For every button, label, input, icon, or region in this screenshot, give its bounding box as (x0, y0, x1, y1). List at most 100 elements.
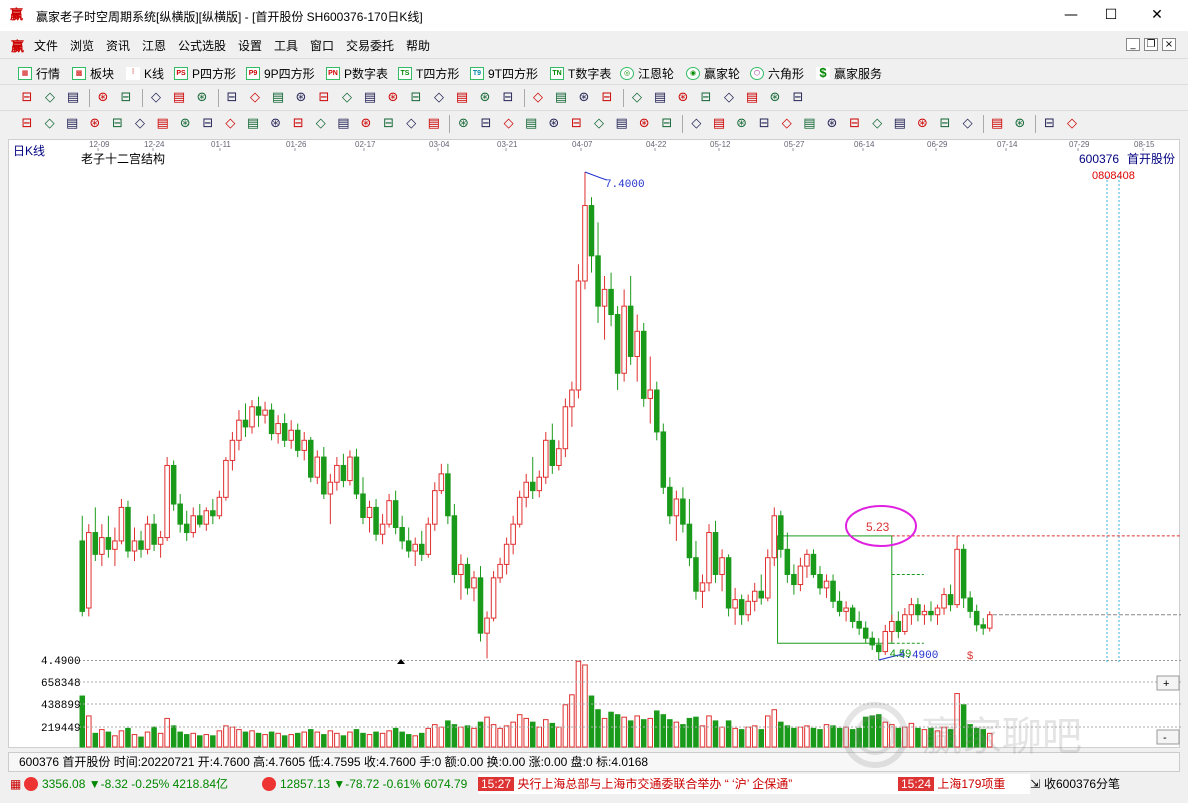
zoom-out-button[interactable] (1156, 729, 1180, 745)
row2-tool-30-icon[interactable]: ◇ (687, 115, 705, 133)
menu-settings[interactable]: 设置 (238, 37, 262, 54)
row2-tool-27-icon[interactable]: ▤ (613, 115, 631, 133)
kline-button[interactable]: ⫶ K线 (126, 64, 164, 82)
row1-tool-6-icon[interactable]: ◇ (147, 89, 165, 107)
9t-square-button[interactable]: T9 9T四方形 (470, 64, 538, 82)
row1-tool-7-icon[interactable]: ▤ (170, 89, 188, 107)
menu-formula-select[interactable]: 公式选股 (178, 37, 226, 54)
menu-gann[interactable]: 江恩 (142, 37, 166, 54)
row1-tool-30-icon[interactable]: ◇ (720, 89, 738, 107)
row1-tool-26-icon[interactable]: ◇ (628, 89, 646, 107)
row1-tool-19-icon[interactable]: ▤ (453, 89, 471, 107)
row2-tool-23-icon[interactable]: ▤ (522, 115, 540, 133)
row2-tool-24-icon[interactable]: ⊛ (545, 115, 563, 133)
row2-tool-31-icon[interactable]: ▤ (710, 115, 728, 133)
row2-tool-43-icon[interactable]: ▤ (988, 115, 1006, 133)
row2-tool-45-icon[interactable]: ⊟ (1040, 115, 1058, 133)
row1-tool-5-icon[interactable]: ⊟ (117, 89, 135, 107)
sh-index-quote[interactable]: 3356.08 ▼-8.32 -0.25% 4218.84亿 (42, 774, 228, 794)
row2-tool-36-icon[interactable]: ⊛ (823, 115, 841, 133)
row1-tool-31-icon[interactable]: ▤ (743, 89, 761, 107)
row2-tool-21-icon[interactable]: ⊟ (477, 115, 495, 133)
row1-tool-11-icon[interactable]: ▤ (269, 89, 287, 107)
row2-tool-20-icon[interactable]: ⊛ (454, 115, 472, 133)
row2-tool-6-icon[interactable]: ◇ (131, 115, 149, 133)
t-square-button[interactable]: TS T四方形 (398, 64, 459, 82)
row2-tool-8-icon[interactable]: ⊛ (176, 115, 194, 133)
row2-tool-37-icon[interactable]: ⊟ (846, 115, 864, 133)
row2-tool-25-icon[interactable]: ⊟ (567, 115, 585, 133)
row1-tool-8-icon[interactable]: ⊛ (193, 89, 211, 107)
row2-tool-12-icon[interactable]: ⊛ (267, 115, 285, 133)
row2-tool-5-icon[interactable]: ⊟ (108, 115, 126, 133)
quotes-button[interactable]: ▦ 行情 (18, 64, 60, 82)
menu-file[interactable]: 文件 (34, 37, 58, 54)
row2-tool-10-icon[interactable]: ◇ (221, 115, 239, 133)
tick-detail-link[interactable]: 收600376分笔 (1044, 774, 1120, 794)
row2-tool-42-icon[interactable]: ◇ (959, 115, 977, 133)
maximize-button[interactable]: ☐ (1088, 0, 1134, 31)
row1-tool-16-icon[interactable]: ⊛ (384, 89, 402, 107)
row2-tool-1-icon[interactable]: ⊟ (18, 115, 36, 133)
menu-window[interactable]: 窗口 (310, 37, 334, 54)
row2-tool-15-icon[interactable]: ▤ (334, 115, 352, 133)
row1-tool-24-icon[interactable]: ⊛ (575, 89, 593, 107)
row1-tool-10-icon[interactable]: ◇ (246, 89, 264, 107)
mdi-close-button[interactable]: × (1162, 38, 1176, 51)
row2-tool-17-icon[interactable]: ⊟ (380, 115, 398, 133)
menu-trade[interactable]: 交易委托 (346, 37, 394, 54)
row1-tool-9-icon[interactable]: ⊟ (223, 89, 241, 107)
row2-tool-26-icon[interactable]: ◇ (590, 115, 608, 133)
row2-tool-19-icon[interactable]: ▤ (425, 115, 443, 133)
close-button[interactable]: ✕ (1134, 0, 1180, 31)
row2-tool-33-icon[interactable]: ⊟ (755, 115, 773, 133)
row1-tool-33-icon[interactable]: ⊟ (789, 89, 807, 107)
row1-tool-28-icon[interactable]: ⊛ (674, 89, 692, 107)
row1-tool-2-icon[interactable]: ◇ (41, 89, 59, 107)
row1-tool-18-icon[interactable]: ◇ (430, 89, 448, 107)
news-ticker-2[interactable]: 15:24 上海179项重 (898, 774, 1030, 794)
row1-tool-3-icon[interactable]: ▤ (64, 89, 82, 107)
row2-tool-28-icon[interactable]: ⊛ (635, 115, 653, 133)
row1-tool-1-icon[interactable]: ⊟ (18, 89, 36, 107)
row2-tool-16-icon[interactable]: ⊛ (357, 115, 375, 133)
p-square-button[interactable]: PS P四方形 (174, 64, 236, 82)
gann-wheel-button[interactable]: ◎ 江恩轮 (620, 64, 674, 82)
p-number-table-button[interactable]: PN P数字表 (326, 64, 388, 82)
row2-tool-41-icon[interactable]: ⊟ (936, 115, 954, 133)
row1-tool-22-icon[interactable]: ◇ (529, 89, 547, 107)
row1-tool-23-icon[interactable]: ▤ (552, 89, 570, 107)
kline-chart[interactable]: 日K线 老子十二宫结构 600376 首开股份 0808408 12-09 12-… (8, 139, 1181, 748)
sz-index-quote[interactable]: 12857.13 ▼-78.72 -0.61% 6074.79 (280, 774, 467, 794)
menu-help[interactable]: 帮助 (406, 37, 430, 54)
row1-tool-14-icon[interactable]: ◇ (338, 89, 356, 107)
row1-tool-27-icon[interactable]: ▤ (651, 89, 669, 107)
row1-tool-13-icon[interactable]: ⊟ (315, 89, 333, 107)
row1-tool-29-icon[interactable]: ⊟ (697, 89, 715, 107)
mdi-restore-button[interactable]: ❐ (1144, 38, 1158, 51)
row2-tool-38-icon[interactable]: ◇ (868, 115, 886, 133)
row2-tool-35-icon[interactable]: ▤ (800, 115, 818, 133)
row2-tool-32-icon[interactable]: ⊛ (733, 115, 751, 133)
row2-tool-3-icon[interactable]: ▤ (63, 115, 81, 133)
row2-tool-4-icon[interactable]: ⊛ (86, 115, 104, 133)
row2-tool-44-icon[interactable]: ⊛ (1011, 115, 1029, 133)
row2-tool-7-icon[interactable]: ▤ (154, 115, 172, 133)
9p-square-button[interactable]: P9 9P四方形 (246, 64, 315, 82)
news-ticker-1[interactable]: 15:27 央行上海总部与上海市交通委联合举办 “ ‘沪’ 企保通” (478, 774, 898, 794)
row2-tool-14-icon[interactable]: ◇ (312, 115, 330, 133)
row1-tool-17-icon[interactable]: ⊟ (407, 89, 425, 107)
winner-wheel-button[interactable]: ◉ 赢家轮 (686, 64, 740, 82)
row2-tool-29-icon[interactable]: ⊟ (658, 115, 676, 133)
row2-tool-13-icon[interactable]: ⊟ (289, 115, 307, 133)
t-number-table-button[interactable]: TN T数字表 (550, 64, 611, 82)
hexagon-button[interactable]: ⬡ 六角形 (750, 64, 804, 82)
row1-tool-20-icon[interactable]: ⊛ (476, 89, 494, 107)
row1-tool-25-icon[interactable]: ⊟ (598, 89, 616, 107)
row2-tool-34-icon[interactable]: ◇ (778, 115, 796, 133)
row1-tool-15-icon[interactable]: ▤ (361, 89, 379, 107)
row2-tool-18-icon[interactable]: ◇ (402, 115, 420, 133)
row2-tool-9-icon[interactable]: ⊟ (199, 115, 217, 133)
winner-service-button[interactable]: $ 赢家服务 (816, 64, 882, 82)
menu-info[interactable]: 资讯 (106, 37, 130, 54)
